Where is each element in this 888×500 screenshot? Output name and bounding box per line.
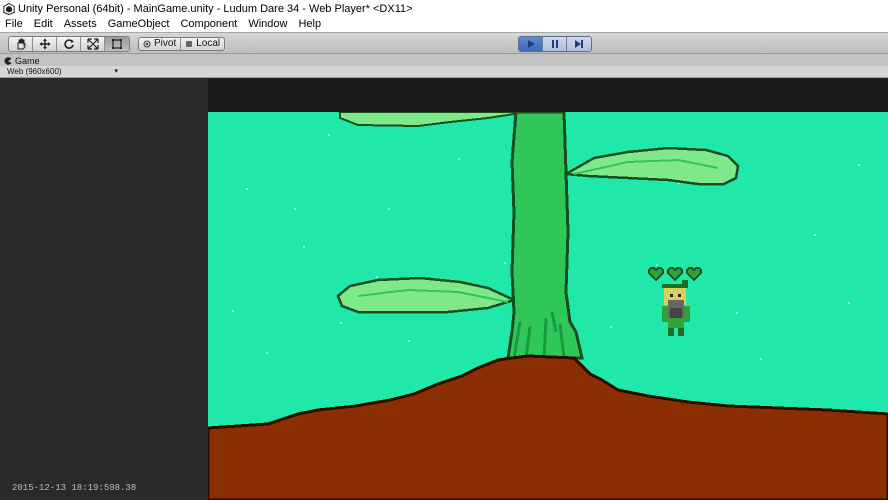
pause-icon xyxy=(551,40,558,48)
unity-logo-icon xyxy=(3,2,15,15)
menu-assets[interactable]: Assets xyxy=(59,17,103,32)
unity-editor-window: Unity Personal (64bit) - MainGame.unity … xyxy=(0,0,888,500)
hand-icon xyxy=(17,38,25,50)
local-label: Local xyxy=(196,38,221,49)
local-button[interactable]: Local xyxy=(181,38,224,50)
menu-bar: File Edit Assets GameObject Component Wi… xyxy=(0,17,888,32)
step-icon xyxy=(575,40,583,48)
main-toolbar: Pivot Local xyxy=(0,32,888,54)
menu-file[interactable]: File xyxy=(0,17,29,32)
window-title: Unity Personal (64bit) - MainGame.unity … xyxy=(18,2,413,15)
scale-icon xyxy=(86,38,99,50)
move-tool-button[interactable] xyxy=(33,37,57,51)
play-button[interactable] xyxy=(519,37,543,51)
pivot-toggles: Pivot Local xyxy=(138,37,226,51)
game-canvas[interactable] xyxy=(208,112,888,500)
health-hearts xyxy=(648,267,702,282)
scale-tool-button[interactable] xyxy=(81,37,105,51)
resolution-dropdown[interactable]: Web (960x600) ▾ xyxy=(3,67,120,77)
rotate-icon xyxy=(63,39,74,49)
resolution-label: Web (960x600) xyxy=(7,67,62,76)
tab-game-label: Game xyxy=(15,55,40,66)
chevron-down-icon: ▾ xyxy=(114,68,118,75)
menu-window[interactable]: Window xyxy=(243,17,293,32)
menu-edit[interactable]: Edit xyxy=(29,17,59,32)
timestamp-overlay: 2015-12-13 18:19:598.38 xyxy=(12,483,137,493)
local-icon xyxy=(186,41,193,47)
pivot-button[interactable]: Pivot xyxy=(139,38,182,50)
move-icon xyxy=(39,38,50,50)
tab-game[interactable]: Game xyxy=(4,55,40,66)
hand-tool-button[interactable] xyxy=(9,37,33,51)
rect-tool-button[interactable] xyxy=(105,37,129,51)
rotate-tool-button[interactable] xyxy=(57,37,81,51)
pivot-icon xyxy=(143,40,151,48)
game-view-toolbar: Web (960x600) ▾ xyxy=(0,66,888,78)
menu-component[interactable]: Component xyxy=(175,17,243,32)
title-bar: Unity Personal (64bit) - MainGame.unity … xyxy=(0,0,888,17)
menu-gameobject[interactable]: GameObject xyxy=(103,17,176,32)
play-icon xyxy=(527,40,535,48)
pivot-label: Pivot xyxy=(154,38,177,49)
step-button[interactable] xyxy=(567,37,591,51)
rect-icon xyxy=(112,39,122,49)
game-tab-bar: Game xyxy=(0,54,888,66)
play-controls xyxy=(518,36,592,52)
transform-tools xyxy=(8,36,130,52)
viewport-letterbox xyxy=(0,79,208,500)
pause-button[interactable] xyxy=(543,37,567,51)
pacman-icon xyxy=(4,56,12,65)
menu-help[interactable]: Help xyxy=(293,17,327,32)
